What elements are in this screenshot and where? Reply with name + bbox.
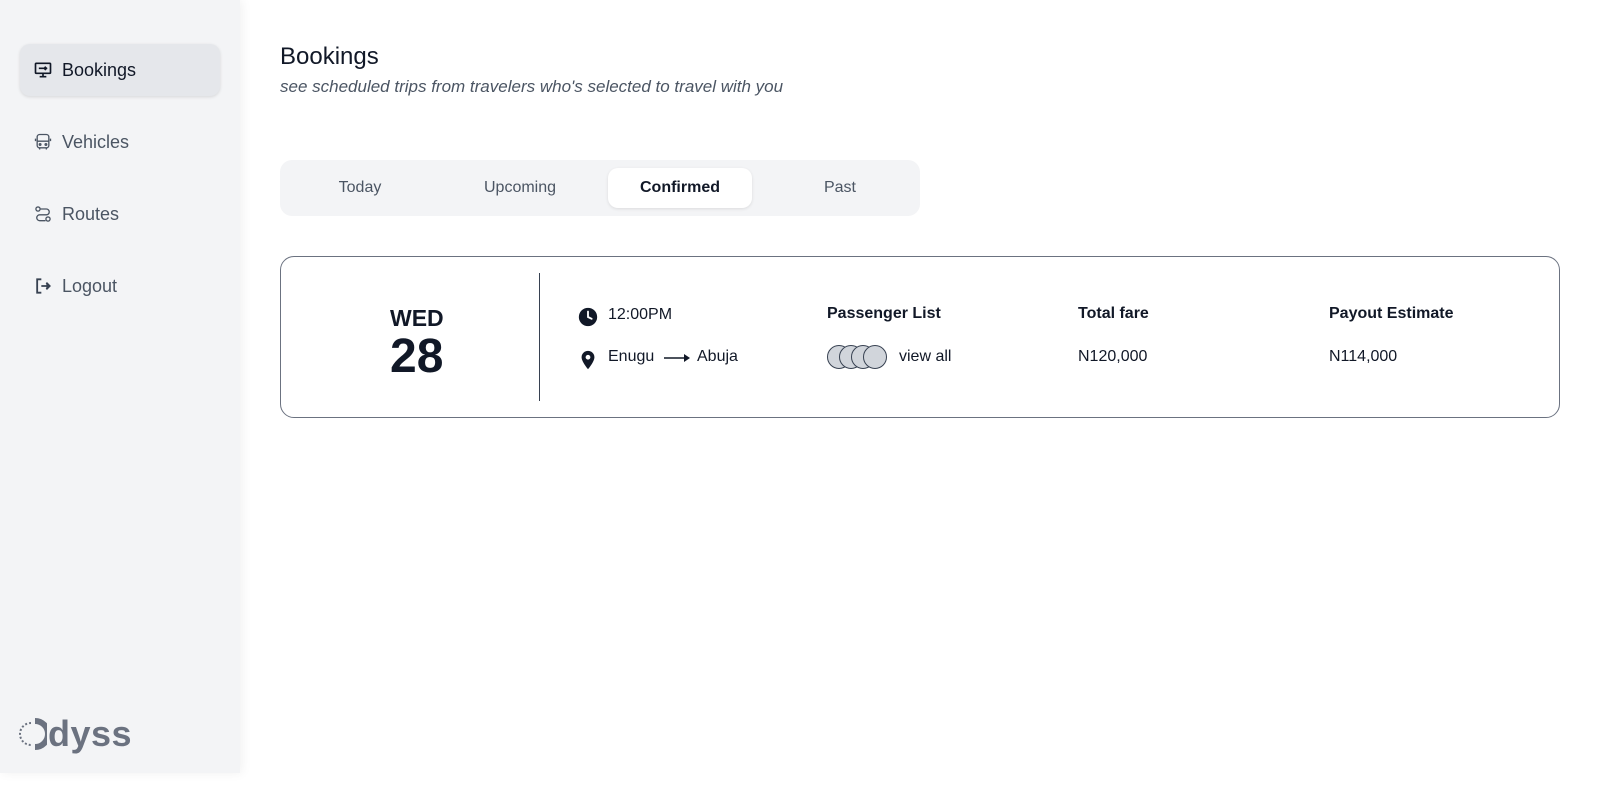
logo-text: dyss xyxy=(48,713,133,754)
sidebar-item-bookings[interactable]: Bookings xyxy=(20,44,220,96)
logo-mark-icon xyxy=(19,718,47,750)
tab-upcoming[interactable]: Upcoming xyxy=(448,168,592,208)
odyss-logo: dyss xyxy=(19,713,132,755)
tab-past[interactable]: Past xyxy=(768,168,912,208)
view-all-link[interactable]: view all xyxy=(899,348,951,366)
passenger-avatars[interactable] xyxy=(827,345,889,369)
location-pin-icon xyxy=(581,350,595,370)
sidebar-item-label: Bookings xyxy=(62,59,137,80)
avatar xyxy=(863,345,887,369)
page-title: Bookings xyxy=(280,43,379,70)
booking-date: 28 xyxy=(390,330,444,383)
arrow-right-icon xyxy=(664,354,690,362)
total-fare-value: N120,000 xyxy=(1078,348,1148,365)
sidebar-item-routes[interactable]: Routes xyxy=(20,188,220,240)
clock-icon xyxy=(578,307,598,327)
sidebar-item-logout[interactable]: Logout xyxy=(20,260,220,312)
route-origin: Enugu xyxy=(608,348,655,365)
page-subtitle: see scheduled trips from travelers who's… xyxy=(280,77,784,96)
sidebar: Bookings Vehicles Routes Logout dyss xyxy=(0,0,240,773)
sidebar-item-label: Vehicles xyxy=(62,131,130,152)
booking-card[interactable]: WED 28 12:00PM Enugu Abuja Passenger Lis… xyxy=(280,256,1560,418)
payout-estimate-value: N114,000 xyxy=(1329,348,1398,365)
sidebar-item-label: Logout xyxy=(62,275,118,296)
bus-icon xyxy=(32,131,54,153)
booking-day: WED xyxy=(390,305,444,331)
sidebar-item-vehicles[interactable]: Vehicles xyxy=(20,116,220,168)
payout-estimate-label: Payout Estimate xyxy=(1329,305,1454,322)
tab-confirmed[interactable]: Confirmed xyxy=(608,168,752,208)
route-destination: Abuja xyxy=(697,348,738,365)
route-icon xyxy=(32,203,54,225)
card-divider xyxy=(539,273,540,401)
logout-icon xyxy=(32,275,54,297)
monitor-icon xyxy=(32,59,54,81)
booking-tabs: Today Upcoming Confirmed Past xyxy=(280,160,920,216)
total-fare-label: Total fare xyxy=(1078,305,1149,322)
passenger-list-label: Passenger List xyxy=(827,305,941,322)
tab-today[interactable]: Today xyxy=(288,168,432,208)
sidebar-item-label: Routes xyxy=(62,203,120,224)
booking-time: 12:00PM xyxy=(608,306,673,323)
